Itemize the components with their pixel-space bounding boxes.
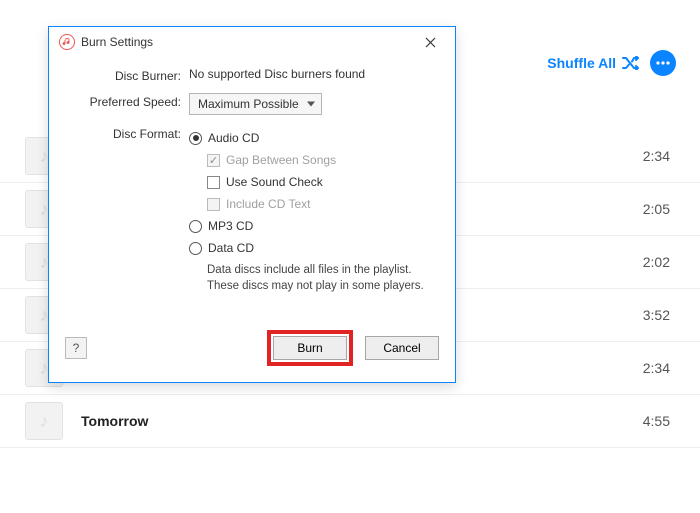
itunes-icon xyxy=(59,34,75,50)
disc-format-label: Disc Format: xyxy=(73,125,189,141)
checkbox-icon xyxy=(207,198,220,211)
burn-label: Burn xyxy=(297,341,322,355)
burn-settings-dialog: Burn Settings Disc Burner: No supported … xyxy=(48,26,456,383)
track-thumb-icon: ♪ xyxy=(25,402,63,440)
shuffle-icon xyxy=(622,56,640,70)
data-cd-note: Data discs include all files in the play… xyxy=(207,263,431,294)
radio-data-cd-label: Data CD xyxy=(208,241,254,255)
close-icon xyxy=(425,37,436,48)
track-duration: 2:05 xyxy=(622,201,670,217)
radio-icon xyxy=(189,242,202,255)
radio-mp3-cd-label: MP3 CD xyxy=(208,219,253,233)
radio-icon xyxy=(189,220,202,233)
radio-mp3-cd[interactable]: MP3 CD xyxy=(189,215,431,237)
disc-burner-value: No supported Disc burners found xyxy=(189,67,431,81)
dialog-footer: ? Burn Cancel xyxy=(49,320,455,382)
disc-burner-label: Disc Burner: xyxy=(73,67,189,83)
dialog-body: Disc Burner: No supported Disc burners f… xyxy=(49,57,455,320)
preferred-speed-value: Maximum Possible xyxy=(198,97,299,111)
shuffle-all-link[interactable]: Shuffle All xyxy=(547,55,640,71)
cancel-label: Cancel xyxy=(383,341,420,355)
shuffle-label: Shuffle All xyxy=(547,55,616,71)
checkbox-icon xyxy=(207,154,220,167)
cancel-button[interactable]: Cancel xyxy=(365,336,439,360)
dialog-title: Burn Settings xyxy=(81,35,415,49)
checkbox-icon xyxy=(207,176,220,189)
check-use-sound-check[interactable]: Use Sound Check xyxy=(189,171,431,193)
use-sound-check-label: Use Sound Check xyxy=(226,175,323,189)
track-duration: 2:02 xyxy=(622,254,670,270)
track-duration: 4:55 xyxy=(622,413,670,429)
track-duration: 2:34 xyxy=(622,360,670,376)
radio-audio-cd-label: Audio CD xyxy=(208,131,259,145)
track-row[interactable]: ♪ Tomorrow 4:55 xyxy=(0,395,700,448)
more-button[interactable] xyxy=(650,50,676,76)
dialog-titlebar[interactable]: Burn Settings xyxy=(49,27,455,57)
include-cd-text-label: Include CD Text xyxy=(226,197,311,211)
radio-icon xyxy=(189,132,202,145)
radio-data-cd[interactable]: Data CD xyxy=(189,237,431,259)
help-label: ? xyxy=(73,341,80,355)
burn-button-highlight: Burn xyxy=(267,330,353,366)
check-include-cd-text: Include CD Text xyxy=(189,193,431,215)
track-duration: 2:34 xyxy=(622,148,670,164)
radio-audio-cd[interactable]: Audio CD xyxy=(189,127,431,149)
check-gap-between-songs: Gap Between Songs xyxy=(189,149,431,171)
help-button[interactable]: ? xyxy=(65,337,87,359)
preferred-speed-label: Preferred Speed: xyxy=(73,93,189,109)
close-button[interactable] xyxy=(415,30,445,54)
preferred-speed-select[interactable]: Maximum Possible xyxy=(189,93,322,115)
gap-between-label: Gap Between Songs xyxy=(226,153,336,167)
burn-button[interactable]: Burn xyxy=(273,336,347,360)
ellipsis-icon xyxy=(656,61,670,65)
track-duration: 3:52 xyxy=(622,307,670,323)
track-title: Tomorrow xyxy=(81,413,622,429)
